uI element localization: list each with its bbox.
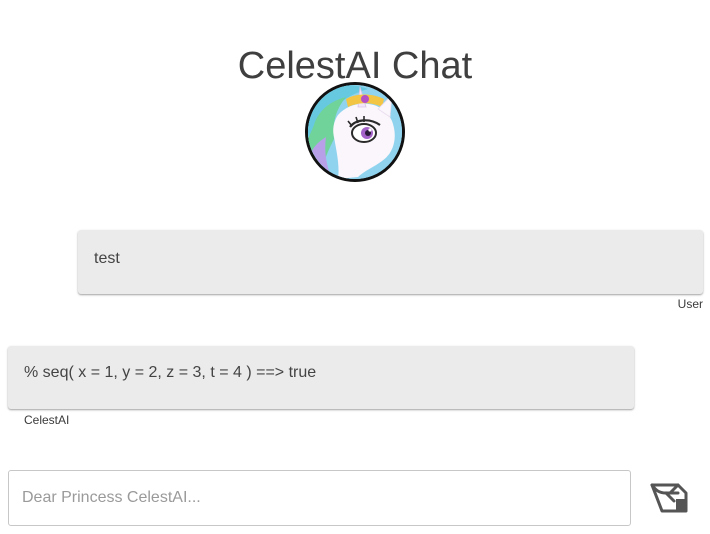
send-button[interactable] — [646, 478, 692, 520]
celestai-message-text: % seq( x = 1, y = 2, z = 3, t = 4 ) ==> … — [24, 363, 317, 381]
user-message-bubble: test — [78, 230, 703, 294]
princess-celestia-avatar-icon — [305, 82, 405, 182]
send-scroll-icon — [648, 479, 690, 520]
celestai-message-bubble: % seq( x = 1, y = 2, z = 3, t = 4 ) ==> … — [8, 346, 634, 409]
user-message-text: test — [94, 249, 120, 267]
message-input-wrapper — [8, 470, 631, 526]
chat-page: CelestAI Chat test User % seq(x = 1, y … — [0, 0, 710, 534]
celestai-sender-label: CelestAI — [24, 413, 70, 427]
message-input[interactable] — [9, 471, 630, 525]
user-sender-label: User — [677, 297, 703, 311]
